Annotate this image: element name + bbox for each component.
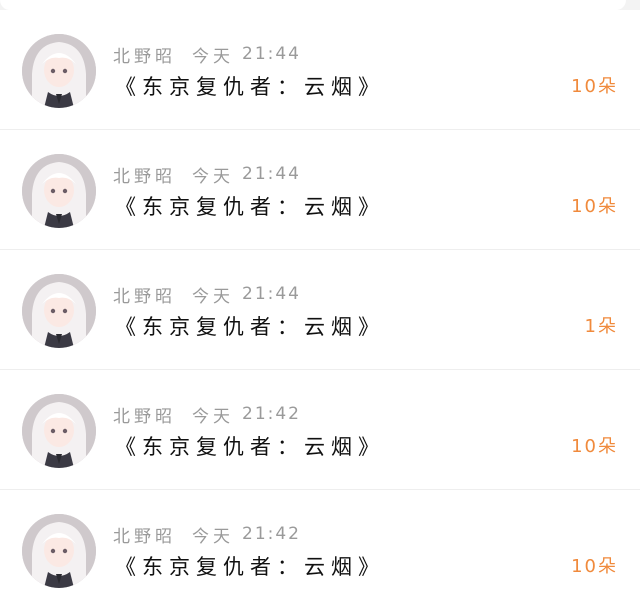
date-label: 今天 (192, 46, 234, 67)
list-item[interactable]: 北野昭 今天 21:44 《东京复仇者：云烟》 10朵 (0, 10, 640, 130)
time-label: 21:44 (242, 284, 301, 304)
gift-count: 10朵 (571, 76, 618, 97)
date-label: 今天 (192, 406, 234, 427)
time-label: 21:42 (242, 404, 301, 424)
avatar-icon[interactable] (22, 154, 96, 228)
meta-line: 北野昭 今天 21:44 (113, 282, 301, 307)
list-item[interactable]: 北野昭 今天 21:42 《东京复仇者：云烟》 10朵 (0, 490, 640, 602)
date-label: 今天 (192, 286, 234, 307)
gift-count: 10朵 (571, 556, 618, 577)
gift-count: 10朵 (571, 196, 618, 217)
avatar-icon[interactable] (22, 34, 96, 108)
time-label: 21:44 (242, 164, 301, 184)
book-title[interactable]: 《东京复仇者：云烟》 (115, 432, 385, 462)
sender-name[interactable]: 北野昭 (113, 162, 176, 187)
list-item[interactable]: 北野昭 今天 21:44 《东京复仇者：云烟》 1朵 (0, 250, 640, 370)
gift-list: 北野昭 今天 21:44 《东京复仇者：云烟》 10朵 北野昭 今天 21:44… (0, 10, 640, 602)
meta-line: 北野昭 今天 21:44 (113, 42, 301, 67)
book-title[interactable]: 《东京复仇者：云烟》 (115, 72, 385, 102)
date-label: 今天 (192, 166, 234, 187)
time-label: 21:42 (242, 524, 301, 544)
book-title[interactable]: 《东京复仇者：云烟》 (115, 192, 385, 222)
gift-record-page: 北野昭 今天 21:44 《东京复仇者：云烟》 10朵 北野昭 今天 21:44… (0, 0, 640, 602)
sender-name[interactable]: 北野昭 (113, 282, 176, 307)
avatar-icon[interactable] (22, 394, 96, 468)
meta-line: 北野昭 今天 21:44 (113, 162, 301, 187)
previous-card-edge (0, 0, 626, 10)
book-title[interactable]: 《东京复仇者：云烟》 (115, 312, 385, 342)
sender-name[interactable]: 北野昭 (113, 522, 176, 547)
meta-line: 北野昭 今天 21:42 (113, 522, 301, 547)
book-title[interactable]: 《东京复仇者：云烟》 (115, 552, 385, 582)
gift-count: 10朵 (571, 436, 618, 457)
meta-line: 北野昭 今天 21:42 (113, 402, 301, 427)
gift-count: 1朵 (584, 316, 618, 337)
sender-name[interactable]: 北野昭 (113, 42, 176, 67)
date-label: 今天 (192, 526, 234, 547)
list-item[interactable]: 北野昭 今天 21:44 《东京复仇者：云烟》 10朵 (0, 130, 640, 250)
time-label: 21:44 (242, 44, 301, 64)
avatar-icon[interactable] (22, 274, 96, 348)
avatar-icon[interactable] (22, 514, 96, 588)
sender-name[interactable]: 北野昭 (113, 402, 176, 427)
list-item[interactable]: 北野昭 今天 21:42 《东京复仇者：云烟》 10朵 (0, 370, 640, 490)
